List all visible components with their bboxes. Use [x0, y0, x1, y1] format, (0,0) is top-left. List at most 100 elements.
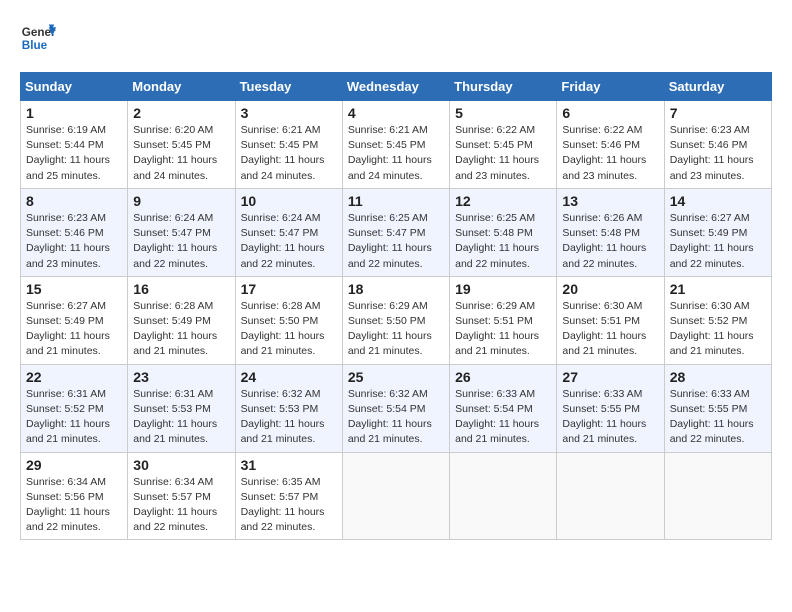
day-number: 30	[133, 457, 229, 473]
day-number: 12	[455, 193, 551, 209]
week-row-2: 8 Sunrise: 6:23 AM Sunset: 5:46 PM Daylig…	[21, 188, 772, 276]
calendar-cell	[450, 452, 557, 540]
calendar-cell	[664, 452, 771, 540]
day-info: Sunrise: 6:27 AM Sunset: 5:49 PM Dayligh…	[670, 211, 766, 272]
calendar-table: SundayMondayTuesdayWednesdayThursdayFrid…	[20, 72, 772, 540]
calendar-cell: 14 Sunrise: 6:27 AM Sunset: 5:49 PM Dayli…	[664, 188, 771, 276]
day-info: Sunrise: 6:22 AM Sunset: 5:45 PM Dayligh…	[455, 123, 551, 184]
logo-icon: General Blue	[20, 20, 56, 56]
day-info: Sunrise: 6:22 AM Sunset: 5:46 PM Dayligh…	[562, 123, 658, 184]
day-info: Sunrise: 6:20 AM Sunset: 5:45 PM Dayligh…	[133, 123, 229, 184]
calendar-cell: 10Sunrise: 6:24 AM Sunset: 5:47 PM Dayli…	[235, 188, 342, 276]
day-number: 14	[670, 193, 766, 209]
day-info: Sunrise: 6:31 AM Sunset: 5:53 PM Dayligh…	[133, 387, 229, 448]
day-info: Sunrise: 6:32 AM Sunset: 5:54 PM Dayligh…	[348, 387, 444, 448]
day-info: Sunrise: 6:31 AM Sunset: 5:52 PM Dayligh…	[26, 387, 122, 448]
column-header-wednesday: Wednesday	[342, 73, 449, 101]
calendar-cell: 20 Sunrise: 6:30 AM Sunset: 5:51 PM Dayli…	[557, 276, 664, 364]
calendar-cell	[557, 452, 664, 540]
day-info: Sunrise: 6:33 AM Sunset: 5:54 PM Dayligh…	[455, 387, 551, 448]
calendar-cell: 3 Sunrise: 6:21 AM Sunset: 5:45 PM Daylig…	[235, 101, 342, 189]
day-number: 31	[241, 457, 337, 473]
calendar-header-row: SundayMondayTuesdayWednesdayThursdayFrid…	[21, 73, 772, 101]
logo: General Blue	[20, 20, 60, 56]
day-number: 16	[133, 281, 229, 297]
day-info: Sunrise: 6:33 AM Sunset: 5:55 PM Dayligh…	[670, 387, 766, 448]
calendar-cell: 29Sunrise: 6:34 AM Sunset: 5:56 PM Dayli…	[21, 452, 128, 540]
calendar-cell: 1Sunrise: 6:19 AM Sunset: 5:44 PM Daylig…	[21, 101, 128, 189]
day-info: Sunrise: 6:30 AM Sunset: 5:51 PM Dayligh…	[562, 299, 658, 360]
calendar-cell: 7Sunrise: 6:23 AM Sunset: 5:46 PM Daylig…	[664, 101, 771, 189]
calendar-cell: 13 Sunrise: 6:26 AM Sunset: 5:48 PM Dayli…	[557, 188, 664, 276]
calendar-cell: 24 Sunrise: 6:32 AM Sunset: 5:53 PM Dayli…	[235, 364, 342, 452]
calendar-cell: 4Sunrise: 6:21 AM Sunset: 5:45 PM Daylig…	[342, 101, 449, 189]
day-info: Sunrise: 6:30 AM Sunset: 5:52 PM Dayligh…	[670, 299, 766, 360]
calendar-cell: 15 Sunrise: 6:27 AM Sunset: 5:49 PM Dayli…	[21, 276, 128, 364]
day-info: Sunrise: 6:25 AM Sunset: 5:47 PM Dayligh…	[348, 211, 444, 272]
calendar-cell: 27Sunrise: 6:33 AM Sunset: 5:55 PM Dayli…	[557, 364, 664, 452]
column-header-friday: Friday	[557, 73, 664, 101]
day-number: 29	[26, 457, 122, 473]
day-info: Sunrise: 6:33 AM Sunset: 5:55 PM Dayligh…	[562, 387, 658, 448]
week-row-1: 1Sunrise: 6:19 AM Sunset: 5:44 PM Daylig…	[21, 101, 772, 189]
day-info: Sunrise: 6:23 AM Sunset: 5:46 PM Dayligh…	[670, 123, 766, 184]
calendar-cell: 6 Sunrise: 6:22 AM Sunset: 5:46 PM Daylig…	[557, 101, 664, 189]
day-number: 13	[562, 193, 658, 209]
day-number: 25	[348, 369, 444, 385]
day-info: Sunrise: 6:32 AM Sunset: 5:53 PM Dayligh…	[241, 387, 337, 448]
calendar-cell: 2 Sunrise: 6:20 AM Sunset: 5:45 PM Daylig…	[128, 101, 235, 189]
day-info: Sunrise: 6:26 AM Sunset: 5:48 PM Dayligh…	[562, 211, 658, 272]
calendar-cell: 12Sunrise: 6:25 AM Sunset: 5:48 PM Dayli…	[450, 188, 557, 276]
day-number: 11	[348, 193, 444, 209]
day-number: 20	[562, 281, 658, 297]
day-number: 2	[133, 105, 229, 121]
calendar-cell: 31 Sunrise: 6:35 AM Sunset: 5:57 PM Dayli…	[235, 452, 342, 540]
calendar-cell: 17 Sunrise: 6:28 AM Sunset: 5:50 PM Dayli…	[235, 276, 342, 364]
calendar-cell: 9 Sunrise: 6:24 AM Sunset: 5:47 PM Daylig…	[128, 188, 235, 276]
day-info: Sunrise: 6:19 AM Sunset: 5:44 PM Dayligh…	[26, 123, 122, 184]
calendar-cell	[342, 452, 449, 540]
day-number: 3	[241, 105, 337, 121]
week-row-5: 29Sunrise: 6:34 AM Sunset: 5:56 PM Dayli…	[21, 452, 772, 540]
day-number: 6	[562, 105, 658, 121]
column-header-thursday: Thursday	[450, 73, 557, 101]
calendar-cell: 22 Sunrise: 6:31 AM Sunset: 5:52 PM Dayli…	[21, 364, 128, 452]
day-number: 8	[26, 193, 122, 209]
day-info: Sunrise: 6:28 AM Sunset: 5:50 PM Dayligh…	[241, 299, 337, 360]
day-number: 28	[670, 369, 766, 385]
page-header: General Blue	[20, 20, 772, 56]
column-header-monday: Monday	[128, 73, 235, 101]
calendar-cell: 30 Sunrise: 6:34 AM Sunset: 5:57 PM Dayli…	[128, 452, 235, 540]
day-number: 22	[26, 369, 122, 385]
day-info: Sunrise: 6:29 AM Sunset: 5:50 PM Dayligh…	[348, 299, 444, 360]
calendar-cell: 18 Sunrise: 6:29 AM Sunset: 5:50 PM Dayli…	[342, 276, 449, 364]
calendar-cell: 11 Sunrise: 6:25 AM Sunset: 5:47 PM Dayli…	[342, 188, 449, 276]
calendar-cell: 25 Sunrise: 6:32 AM Sunset: 5:54 PM Dayli…	[342, 364, 449, 452]
column-header-saturday: Saturday	[664, 73, 771, 101]
day-number: 21	[670, 281, 766, 297]
day-number: 26	[455, 369, 551, 385]
day-number: 10	[241, 193, 337, 209]
day-info: Sunrise: 6:35 AM Sunset: 5:57 PM Dayligh…	[241, 475, 337, 536]
column-header-sunday: Sunday	[21, 73, 128, 101]
calendar-cell: 23Sunrise: 6:31 AM Sunset: 5:53 PM Dayli…	[128, 364, 235, 452]
day-number: 24	[241, 369, 337, 385]
week-row-4: 22 Sunrise: 6:31 AM Sunset: 5:52 PM Dayli…	[21, 364, 772, 452]
calendar-cell: 28 Sunrise: 6:33 AM Sunset: 5:55 PM Dayli…	[664, 364, 771, 452]
day-info: Sunrise: 6:24 AM Sunset: 5:47 PM Dayligh…	[133, 211, 229, 272]
day-number: 5	[455, 105, 551, 121]
day-number: 9	[133, 193, 229, 209]
calendar-cell: 8 Sunrise: 6:23 AM Sunset: 5:46 PM Daylig…	[21, 188, 128, 276]
day-number: 19	[455, 281, 551, 297]
day-info: Sunrise: 6:23 AM Sunset: 5:46 PM Dayligh…	[26, 211, 122, 272]
day-number: 15	[26, 281, 122, 297]
calendar-cell: 16 Sunrise: 6:28 AM Sunset: 5:49 PM Dayli…	[128, 276, 235, 364]
day-info: Sunrise: 6:27 AM Sunset: 5:49 PM Dayligh…	[26, 299, 122, 360]
day-number: 17	[241, 281, 337, 297]
day-info: Sunrise: 6:21 AM Sunset: 5:45 PM Dayligh…	[241, 123, 337, 184]
day-info: Sunrise: 6:28 AM Sunset: 5:49 PM Dayligh…	[133, 299, 229, 360]
day-info: Sunrise: 6:21 AM Sunset: 5:45 PM Dayligh…	[348, 123, 444, 184]
column-header-tuesday: Tuesday	[235, 73, 342, 101]
day-info: Sunrise: 6:34 AM Sunset: 5:57 PM Dayligh…	[133, 475, 229, 536]
day-number: 18	[348, 281, 444, 297]
